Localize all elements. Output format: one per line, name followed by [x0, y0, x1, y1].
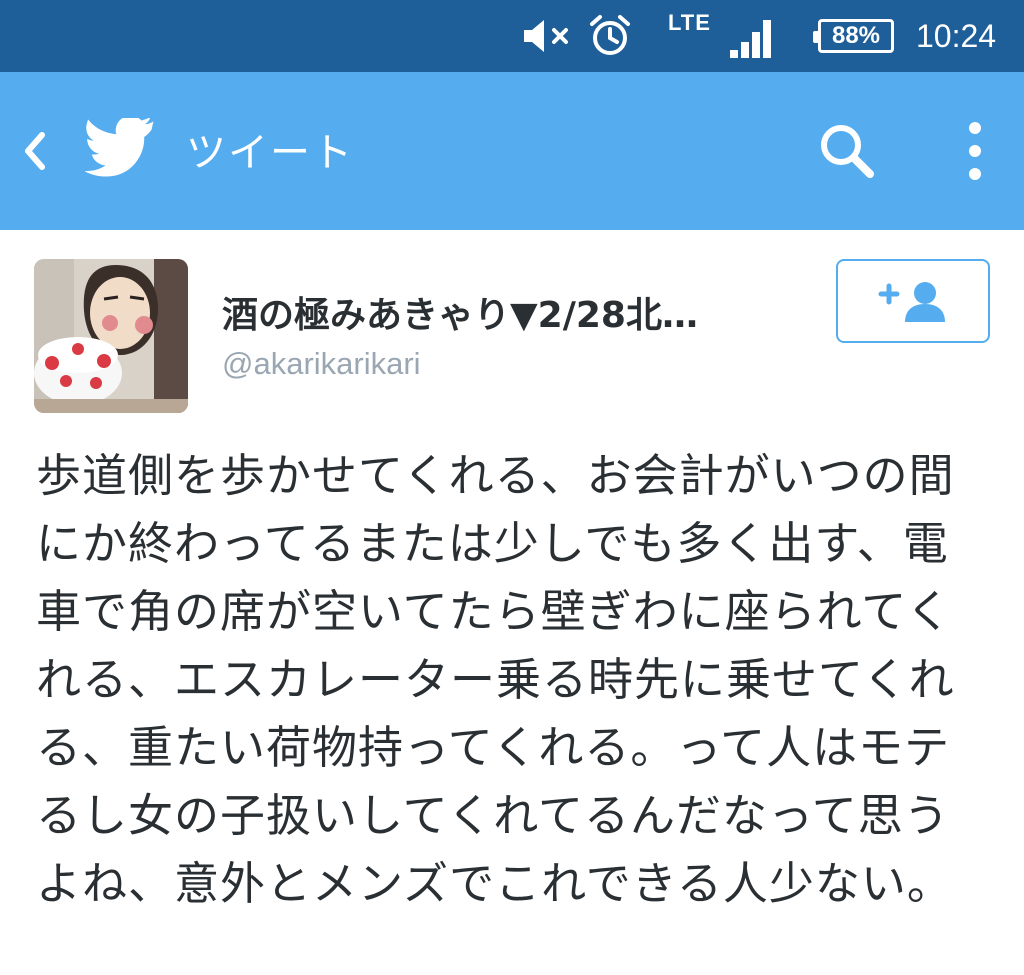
more-vertical-icon — [969, 122, 981, 180]
signal-icon — [728, 0, 776, 72]
avatar[interactable] — [34, 259, 188, 413]
user-handle[interactable]: @akarikarikari — [222, 346, 421, 382]
search-icon — [821, 125, 874, 178]
battery-icon: 88% — [813, 0, 894, 72]
more-options-button[interactable] — [950, 112, 1000, 190]
twitter-bird-icon — [84, 116, 158, 180]
battery-level: 88% — [831, 22, 881, 49]
tweet-text: 歩道側を歩かせてくれる、お会計がいつの間にか終わってるまたは少しでも多く出す、電… — [36, 449, 955, 910]
back-button[interactable] — [10, 120, 60, 182]
alarm-icon — [588, 0, 632, 72]
search-button[interactable] — [810, 116, 884, 186]
page-title: ツイート — [186, 130, 354, 176]
add-user-icon — [878, 282, 945, 322]
back-icon — [25, 132, 45, 170]
clock: 10:24 — [916, 17, 997, 54]
network-type-label: LTE — [668, 10, 711, 35]
status-bar: LTE 88% 10:24 — [0, 0, 1024, 72]
display-name[interactable]: 酒の極みあきゃり▼2/28北… — [222, 286, 698, 338]
follow-button[interactable] — [836, 259, 990, 343]
app-bar: ツイート — [0, 72, 1024, 230]
mute-icon — [520, 0, 576, 72]
